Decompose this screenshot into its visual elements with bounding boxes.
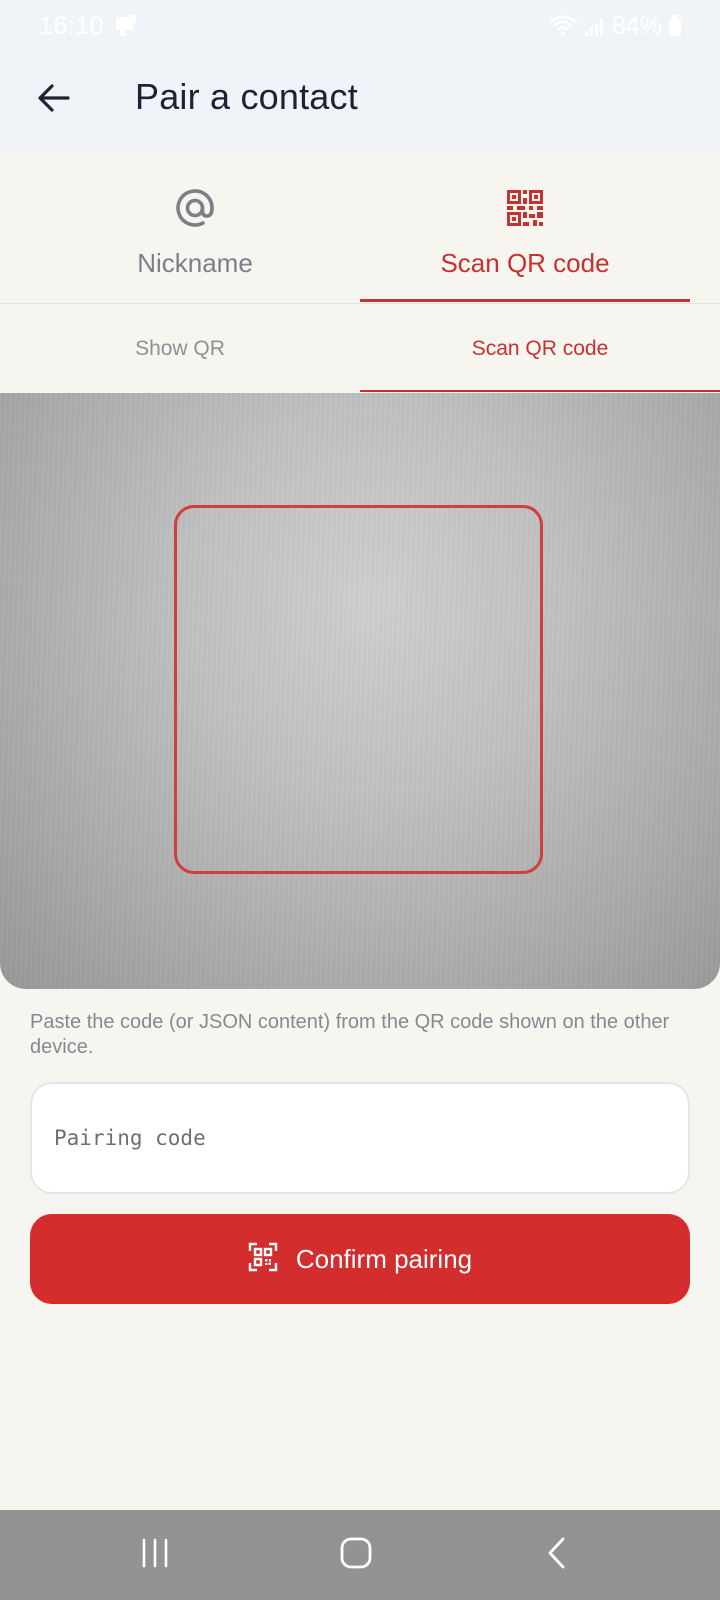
tab-nickname-label: Nickname xyxy=(137,248,253,278)
battery-percent: 84% xyxy=(611,11,662,40)
back-icon xyxy=(541,1536,575,1575)
tab-scan-qr-code-label: Scan QR code xyxy=(440,248,610,278)
qr-scan-icon xyxy=(248,1242,278,1277)
primary-tabs: Nickname Scan QR code xyxy=(0,150,720,304)
home-icon xyxy=(339,1536,373,1575)
system-nav-bar xyxy=(0,1510,720,1600)
selected-subtab-indicator xyxy=(360,390,720,392)
back-button[interactable] xyxy=(26,72,82,128)
tab-scan-qr-code[interactable]: Scan QR code xyxy=(360,150,690,302)
camera-preview[interactable] xyxy=(0,393,720,989)
battery-icon xyxy=(668,15,682,37)
tab-show-qr[interactable]: Show QR xyxy=(0,304,360,393)
recents-icon xyxy=(138,1536,172,1575)
confirm-pairing-label: Confirm pairing xyxy=(295,1243,473,1274)
secondary-tabs: Show QR Scan QR code xyxy=(0,304,720,393)
scan-frame xyxy=(174,505,543,874)
confirm-pairing-button[interactable]: Confirm pairing xyxy=(30,1214,690,1304)
status-bar: 16:10 84% xyxy=(0,0,720,52)
qr-code-icon xyxy=(503,186,547,230)
tab-nickname[interactable]: Nickname xyxy=(30,150,360,302)
scan-instructions: Paste the code (or JSON content) from th… xyxy=(30,1011,670,1058)
home-button[interactable] xyxy=(296,1510,416,1600)
status-indicators: 84% xyxy=(548,12,682,40)
selected-tab-indicator xyxy=(360,299,690,302)
tab-scan-qr[interactable]: Scan QR code xyxy=(360,304,720,393)
page-title: Pair a contact xyxy=(135,76,358,117)
recents-button[interactable] xyxy=(95,1510,215,1600)
nav-back-button[interactable] xyxy=(498,1510,618,1600)
wifi-icon xyxy=(548,14,578,38)
status-time: 16:10 xyxy=(39,12,105,40)
app-bar: Pair a contact xyxy=(0,52,720,150)
pairing-code-input[interactable] xyxy=(30,1082,690,1194)
notification-icon xyxy=(114,14,138,38)
signal-icon xyxy=(584,15,606,37)
at-sign-icon xyxy=(173,186,217,230)
arrow-left-icon xyxy=(36,80,72,121)
